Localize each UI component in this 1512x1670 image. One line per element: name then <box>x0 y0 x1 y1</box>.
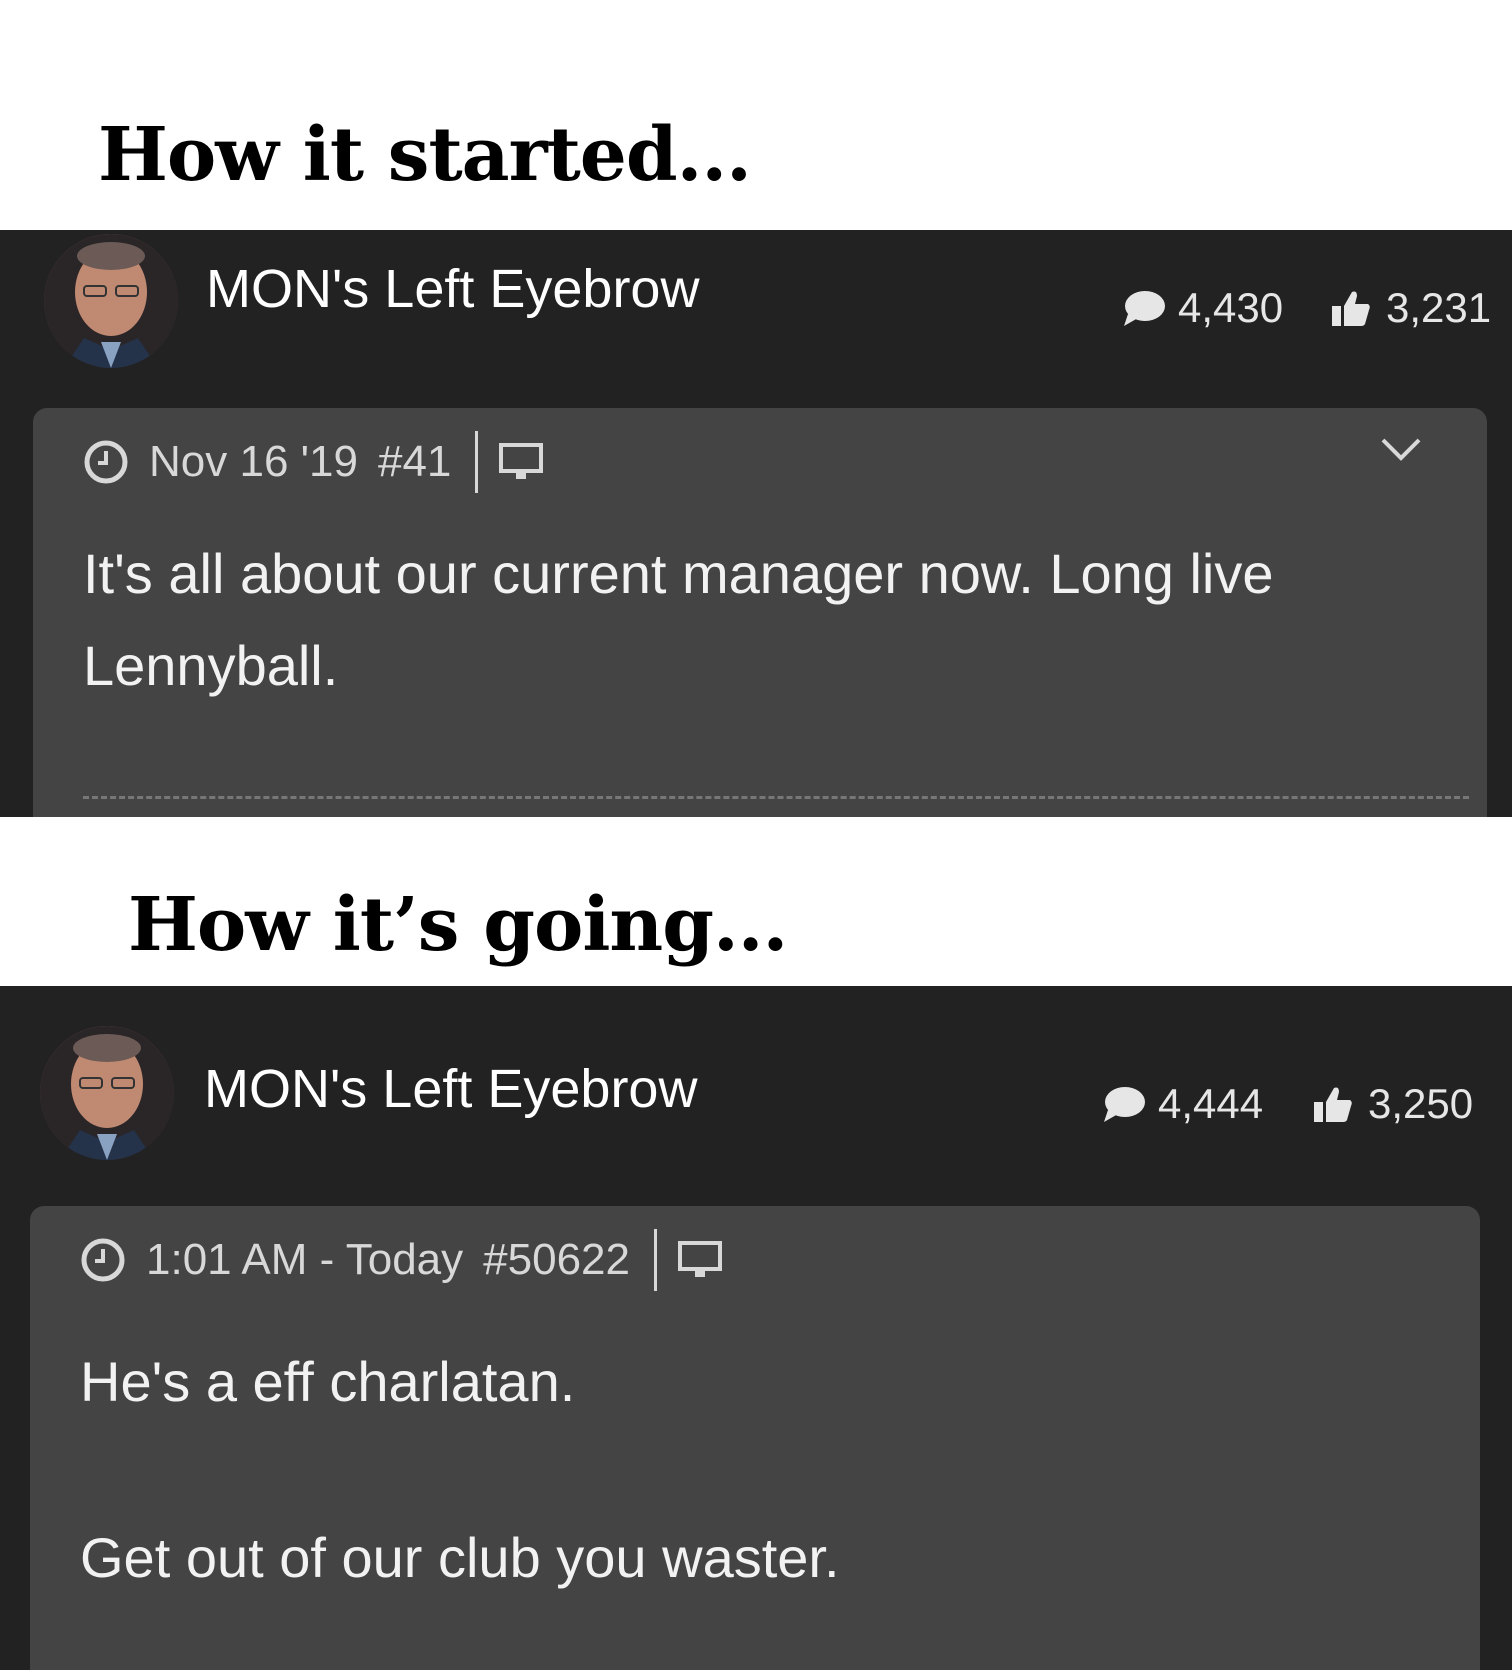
speech-bubble-icon <box>1104 1087 1145 1122</box>
username[interactable]: MON's Left Eyebrow <box>206 258 699 320</box>
speech-bubble-icon <box>1124 291 1165 326</box>
post-timestamp[interactable]: 1:01 AM - Today <box>146 1235 463 1285</box>
meta-divider <box>653 1229 657 1291</box>
avatar[interactable] <box>44 234 178 368</box>
like-count[interactable]: 3,231 <box>1330 284 1491 332</box>
comment-count-value: 4,444 <box>1158 1080 1264 1127</box>
caption-how-it-started: How it started... <box>98 112 752 198</box>
post-number[interactable]: #41 <box>378 437 451 487</box>
clock-icon <box>81 1238 125 1282</box>
meta-divider <box>475 431 479 493</box>
post-body: He's a eff charlatan. Get out of our clu… <box>80 1338 840 1602</box>
desktop-icon <box>499 443 544 479</box>
post-body-line <box>80 1426 840 1514</box>
like-count[interactable]: 3,250 <box>1312 1080 1473 1128</box>
comment-count[interactable]: 4,444 <box>1102 1080 1263 1128</box>
desktop-icon <box>677 1241 722 1277</box>
chevron-down-icon[interactable] <box>1379 436 1423 464</box>
post-body-line: It's all about our current manager now. … <box>83 542 1274 605</box>
like-count-value: 3,250 <box>1368 1080 1474 1127</box>
like-count-value: 3,231 <box>1386 284 1492 331</box>
post-number[interactable]: #50622 <box>483 1235 630 1285</box>
comment-count-value: 4,430 <box>1178 284 1284 331</box>
post-body-line: Lennyball. <box>83 634 339 697</box>
comment-count[interactable]: 4,430 <box>1122 284 1283 332</box>
post-card: Nov 16 '19 #41 It's all about our curren… <box>33 408 1487 817</box>
post-body: It's all about our current manager now. … <box>83 528 1274 712</box>
username[interactable]: MON's Left Eyebrow <box>204 1058 697 1120</box>
dashed-divider <box>83 796 1469 799</box>
post-timestamp[interactable]: Nov 16 '19 <box>149 437 358 487</box>
post-meta: 1:01 AM - Today #50622 <box>80 1228 723 1292</box>
post-meta: Nov 16 '19 #41 <box>83 430 544 494</box>
post-panel-2: MON's Left Eyebrow 4,444 3,250 1:01 AM -… <box>0 986 1512 1670</box>
clock-icon <box>84 440 128 484</box>
post-body-line: He's a eff charlatan. <box>80 1350 576 1413</box>
post-panel-1: MON's Left Eyebrow 4,430 3,231 Nov 16 '1… <box>0 230 1512 817</box>
post-body-line: Get out of our club you waster. <box>80 1526 840 1589</box>
post-card: 1:01 AM - Today #50622 He's a eff charla… <box>30 1206 1480 1670</box>
caption-how-its-going: How it’s going... <box>128 882 788 968</box>
avatar[interactable] <box>40 1026 174 1160</box>
thumbs-up-icon <box>1332 291 1370 326</box>
thumbs-up-icon <box>1314 1087 1352 1122</box>
